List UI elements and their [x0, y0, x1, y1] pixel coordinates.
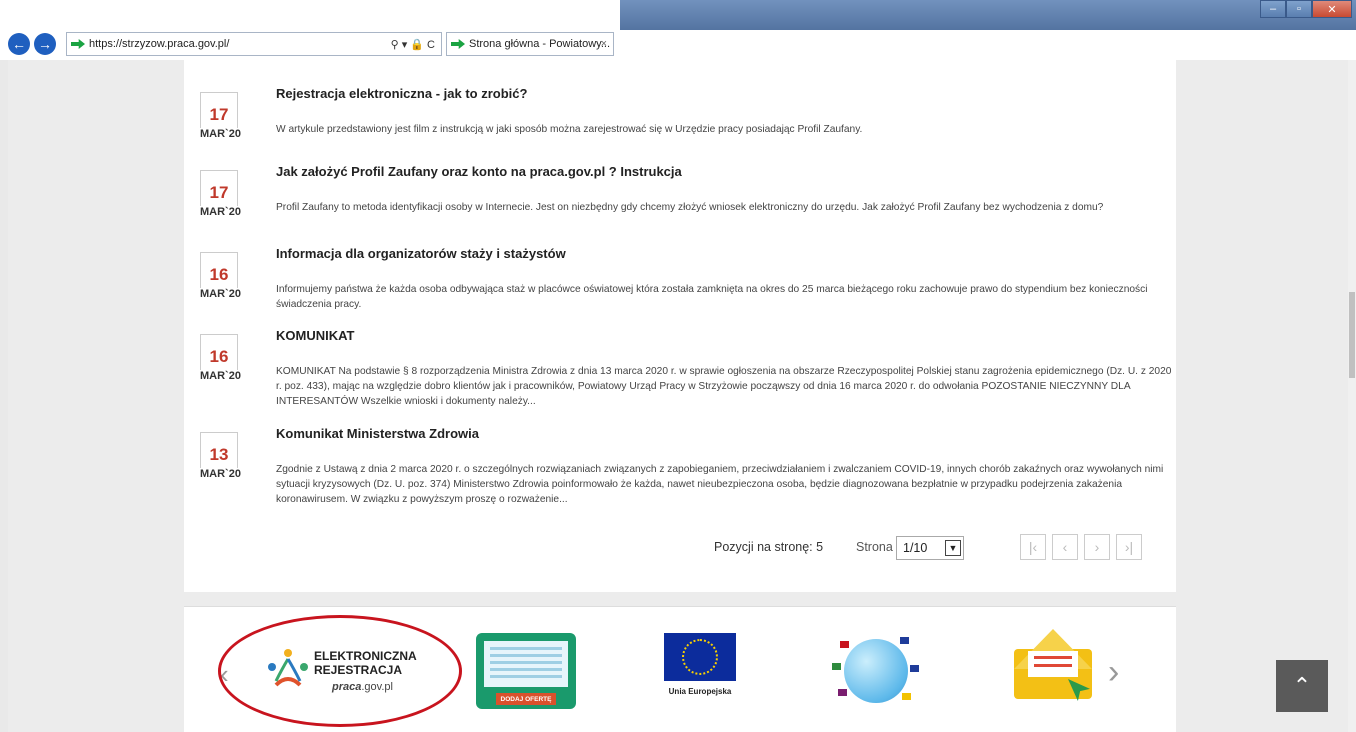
flag-icon: [910, 665, 919, 672]
scrollbar[interactable]: [1348, 60, 1356, 732]
prev-page-button[interactable]: ‹: [1052, 534, 1078, 560]
browser-tab[interactable]: Strona główna - Powiatowy... ×: [446, 32, 614, 56]
news-excerpt: Zgodnie z Ustawą z dnia 2 marca 2020 r. …: [276, 464, 1164, 505]
eu-caption: Unia Europejska: [668, 687, 732, 696]
eu-flag-icon: [664, 633, 736, 681]
partner-carousel: ‹ ELEKTRONICZNA REJESTRACJA praca.gov.pl…: [184, 606, 1176, 732]
carousel-next-icon[interactable]: ›: [1108, 653, 1119, 692]
flag-icon: [900, 637, 909, 644]
news-excerpt: W artykule przedstawiony jest film z ins…: [276, 124, 863, 135]
maximize-button[interactable]: ▫: [1286, 0, 1312, 18]
tab-close-icon[interactable]: ×: [601, 38, 607, 50]
date-badge: 17 MAR`20: [200, 92, 246, 148]
news-excerpt: Informujemy państwa że każda osoba odbyw…: [276, 284, 1148, 310]
date-day: 17: [200, 170, 238, 206]
date-day: 16: [200, 334, 238, 370]
highlight-oval: [218, 615, 462, 727]
last-page-button[interactable]: ›|: [1116, 534, 1142, 560]
date-month: MAR`20: [200, 206, 241, 218]
next-page-button[interactable]: ›: [1084, 534, 1110, 560]
eu-stars: [682, 639, 718, 675]
page-select-value: 1/10: [903, 541, 928, 555]
per-page-label: Pozycji na stronę: 5: [714, 540, 824, 554]
news-title[interactable]: Informacja dla organizatorów staży i sta…: [276, 246, 566, 261]
newsletter-logo[interactable]: [1010, 629, 1098, 713]
browser-chrome: – ▫ ✕ ← → https://strzyzow.praca.gov.pl/…: [0, 0, 1356, 60]
chevron-down-icon: ▼: [945, 540, 961, 556]
flag-icon: [838, 689, 847, 696]
globe-flags-logo[interactable]: [830, 631, 920, 711]
close-window-button[interactable]: ✕: [1312, 0, 1352, 18]
scroll-thumb[interactable]: [1349, 292, 1355, 378]
date-day: 16: [200, 252, 238, 288]
news-title[interactable]: Komunikat Ministerstwa Zdrowia: [276, 426, 479, 441]
tab-favicon-icon: [451, 39, 465, 49]
globe-icon: [844, 639, 908, 703]
date-month: MAR`20: [200, 370, 241, 382]
date-day: 17: [200, 92, 238, 128]
eu-logo[interactable]: Unia Europejska: [664, 633, 736, 709]
date-month: MAR`20: [200, 128, 241, 140]
first-page-button[interactable]: |‹: [1020, 534, 1046, 560]
page-label: Strona: [856, 540, 893, 554]
back-button[interactable]: ←: [8, 33, 30, 55]
news-list: 17 MAR`20 Rejestracja elektroniczna - ja…: [184, 60, 1176, 592]
window-controls: – ▫ ✕: [1260, 0, 1352, 18]
date-badge: 17 MAR`20: [200, 170, 246, 226]
date-month: MAR`20: [200, 468, 241, 480]
home-icon[interactable]: ⌂: [1296, 34, 1304, 51]
date-month: MAR`20: [200, 288, 241, 300]
site-icon: [71, 39, 85, 49]
dodaj-oferte-logo[interactable]: DODAJ OFERTĘ: [476, 633, 576, 709]
screen-lines: [490, 647, 562, 681]
address-controls[interactable]: ⚲ ▾ 🔒 C: [391, 38, 435, 51]
flag-icon: [832, 663, 841, 670]
pagination: Pozycji na stronę: 5 Strona 1/10 ▼ |‹ ‹ …: [184, 532, 1176, 564]
letter-icon: [1028, 651, 1078, 677]
forward-button[interactable]: →: [34, 33, 56, 55]
browser-toolbar: ⌂ ★ ⚙: [1296, 34, 1350, 51]
news-title[interactable]: Jak założyć Profil Zaufany oraz konto na…: [276, 164, 682, 179]
page-select[interactable]: 1/10 ▼: [896, 536, 964, 560]
tab-title: Strona główna - Powiatowy...: [469, 38, 611, 50]
favorites-icon[interactable]: ★: [1315, 34, 1328, 51]
date-badge: 13 MAR`20: [200, 432, 246, 488]
news-title[interactable]: KOMUNIKAT: [276, 328, 354, 343]
address-url: https://strzyzow.praca.gov.pl/: [89, 38, 230, 50]
minimize-button[interactable]: –: [1260, 0, 1286, 18]
date-badge: 16 MAR`20: [200, 252, 246, 308]
dodaj-oferte-label: DODAJ OFERTĘ: [496, 693, 556, 705]
news-excerpt: Profil Zaufany to metoda identyfikacji o…: [276, 202, 1104, 213]
news-excerpt: KOMUNIKAT Na podstawie § 8 rozporządzeni…: [276, 366, 1172, 407]
flag-icon: [902, 693, 911, 700]
date-day: 13: [200, 432, 238, 468]
news-title[interactable]: Rejestracja elektroniczna - jak to zrobi…: [276, 86, 527, 101]
flag-icon: [840, 641, 849, 648]
scroll-to-top-button[interactable]: ⌃: [1276, 660, 1328, 712]
settings-gear-icon[interactable]: ⚙: [1337, 34, 1350, 51]
title-bar: [620, 0, 1356, 30]
date-badge: 16 MAR`20: [200, 334, 246, 390]
address-bar[interactable]: https://strzyzow.praca.gov.pl/ ⚲ ▾ 🔒 C: [66, 32, 442, 56]
